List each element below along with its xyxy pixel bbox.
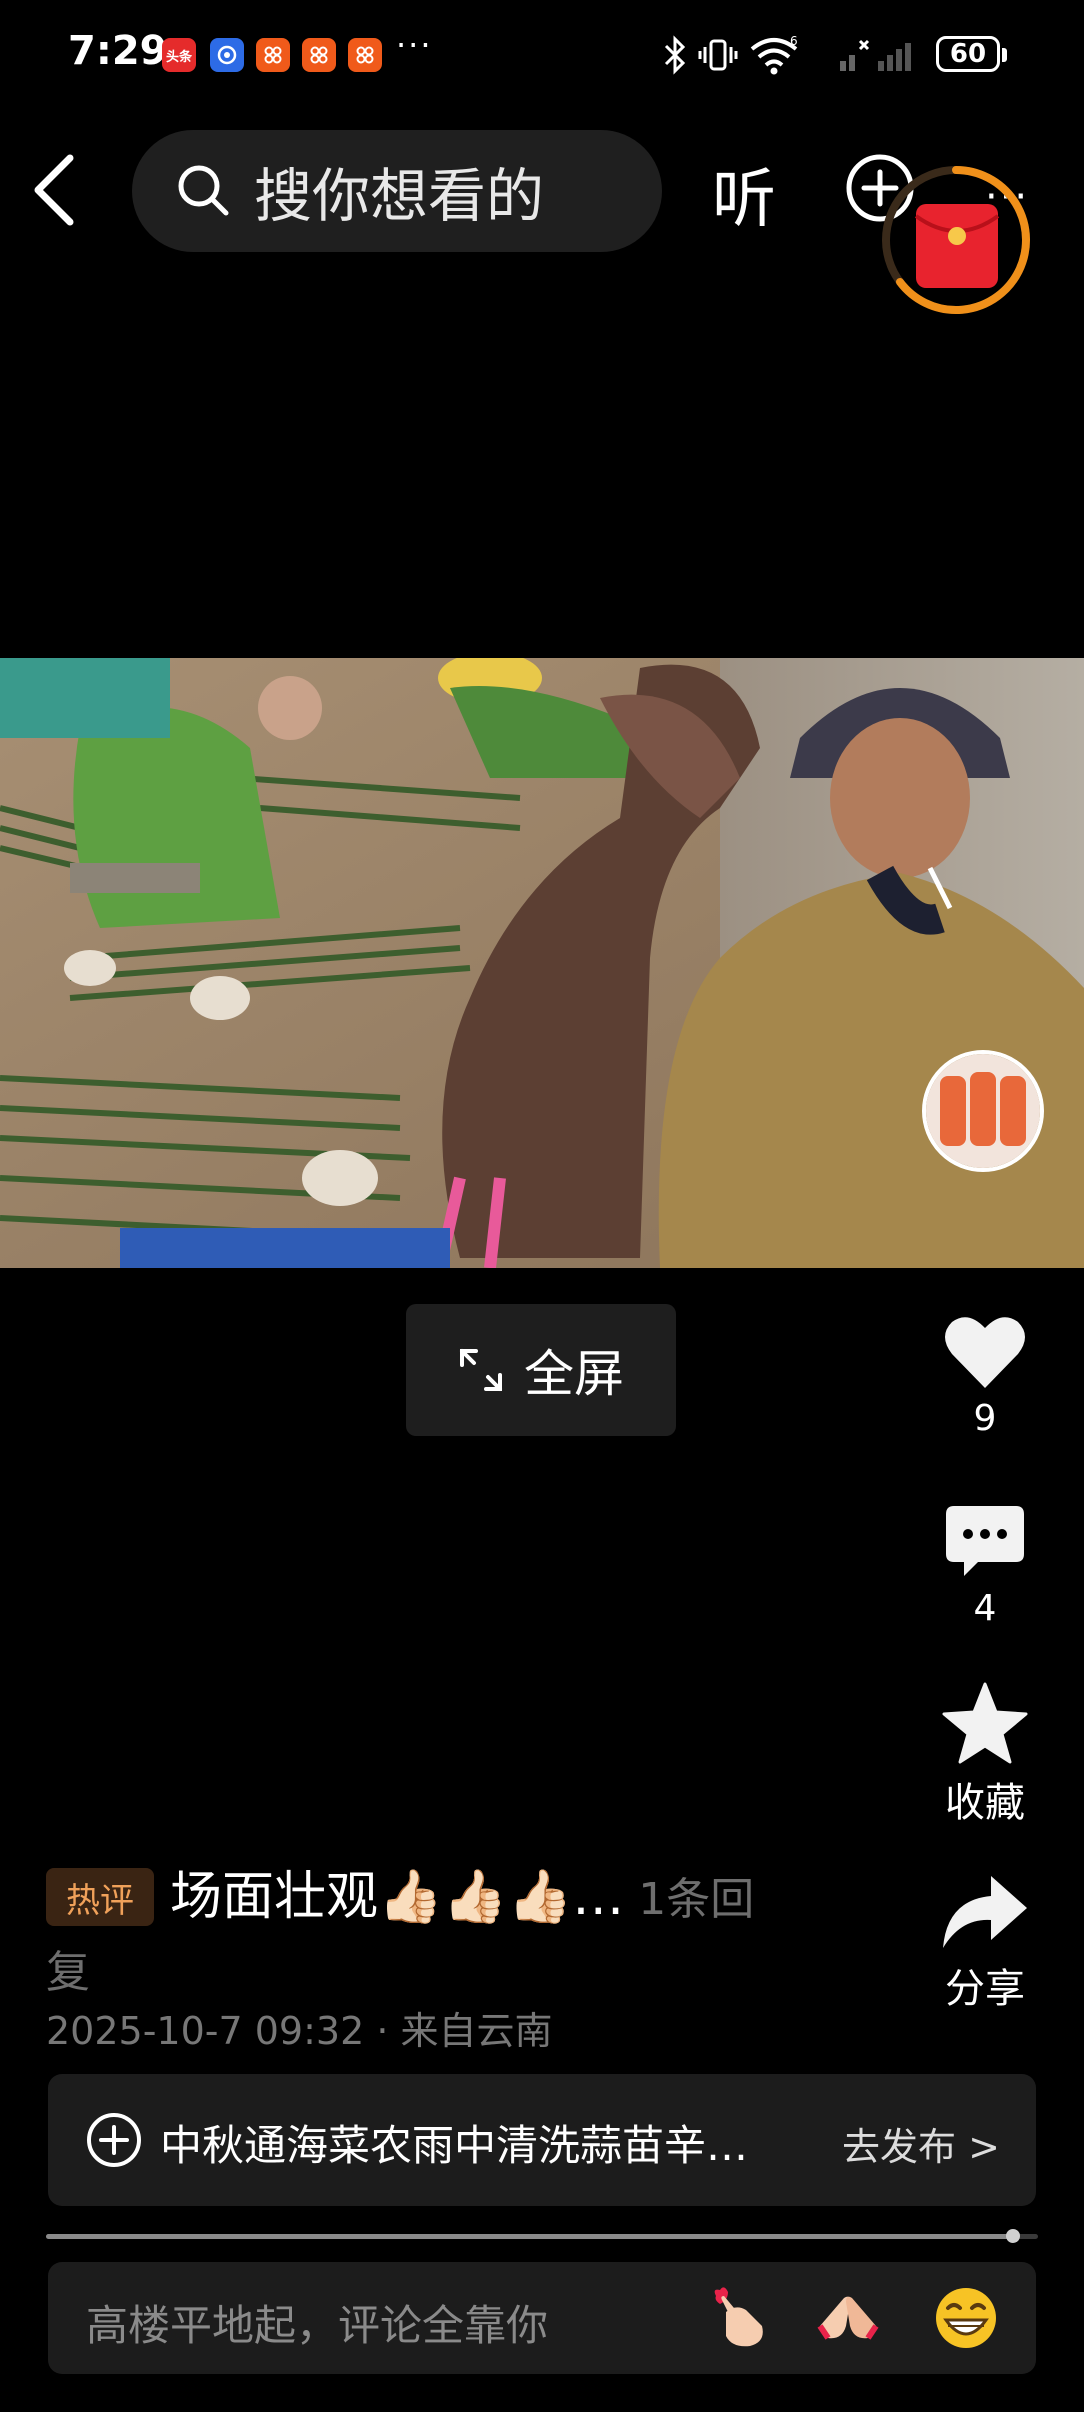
- hot-comment[interactable]: 场面壮观👍🏻👍🏻👍🏻… 1条回: [170, 1854, 830, 1929]
- signal-icon: [838, 30, 924, 80]
- share-button[interactable]: 分享: [920, 1874, 1050, 2014]
- toutiao-app-label: 头条: [165, 49, 192, 65]
- fullscreen-label: 全屏: [524, 1345, 624, 1403]
- comment-button[interactable]: 4: [920, 1504, 1050, 1629]
- bluetooth-icon: [662, 30, 688, 80]
- product-badge[interactable]: [922, 1050, 1044, 1172]
- video-frame-image: [0, 658, 1084, 1268]
- redpacket-icon: [882, 166, 1030, 314]
- comment-input-placeholder: 高楼平地起，评论全靠你: [86, 2301, 549, 2350]
- hot-comment-text: 场面壮观👍🏻👍🏻👍🏻…: [170, 1867, 625, 1927]
- battery-tip: [1002, 48, 1007, 62]
- heart-icon: [945, 1317, 1025, 1388]
- battery-indicator: 60: [936, 36, 1000, 72]
- status-more-notifications: ···: [396, 26, 433, 64]
- emoji-finger-heart-button[interactable]: [706, 2286, 770, 2350]
- fullscreen-icon: [460, 1349, 502, 1391]
- vibrate-icon: [698, 30, 738, 80]
- status-time: 7:29: [68, 28, 168, 74]
- go-publish-link[interactable]: 去发布 >: [842, 2116, 1000, 2171]
- video-player[interactable]: [0, 658, 1084, 1268]
- redpacket-button[interactable]: [880, 164, 1032, 316]
- share-label: 分享: [945, 1966, 1025, 2012]
- emoji-hands-icon: [817, 2296, 879, 2340]
- comment-input[interactable]: 高楼平地起，评论全靠你: [48, 2262, 1036, 2374]
- notification-app-icon: [210, 38, 244, 72]
- emoji-hands-button[interactable]: [816, 2286, 880, 2350]
- emoji-grin-icon: [936, 2288, 996, 2348]
- listen-button[interactable]: 听: [712, 148, 776, 240]
- comment-meta: 2025-10-7 09:32 · 来自云南: [46, 2009, 553, 2053]
- back-icon: [34, 154, 74, 226]
- search-input[interactable]: 搜你想看的: [132, 130, 662, 252]
- publish-topic-text: 中秋通海菜农雨中清洗蒜苗辛…: [160, 2121, 749, 2170]
- emoji-grin-button[interactable]: [934, 2286, 998, 2350]
- add-circle-icon: [87, 2113, 141, 2167]
- product-thumbnail: [926, 1054, 1040, 1168]
- like-count: 9: [973, 1398, 997, 1439]
- publish-add-button[interactable]: [86, 2112, 142, 2168]
- toutiao-app-icon: 头条: [162, 38, 196, 72]
- comment-icon: [946, 1506, 1024, 1576]
- emoji-finger-heart-icon: [714, 2287, 763, 2347]
- favorite-label: 收藏: [945, 1780, 1025, 1826]
- reply-count-link-cont[interactable]: 复: [46, 1936, 90, 2000]
- back-button[interactable]: [24, 150, 94, 230]
- like-button[interactable]: 9: [920, 1314, 1050, 1439]
- svg-text:6: 6: [790, 34, 798, 48]
- video-progress-fill: [46, 2234, 1014, 2239]
- comment-count: 4: [973, 1588, 997, 1629]
- orange-app-icon-3: [348, 38, 382, 72]
- reply-count-link[interactable]: 1条回: [624, 1874, 754, 1925]
- wifi-icon: 6: [746, 30, 802, 80]
- orange-app-icon-1: [256, 38, 290, 72]
- video-progress-handle[interactable]: [1006, 2229, 1021, 2243]
- video-progress-bar[interactable]: [46, 2229, 1038, 2243]
- share-icon: [943, 1876, 1027, 1948]
- fullscreen-button[interactable]: 全屏: [406, 1304, 676, 1436]
- hot-comment-tag: 热评: [46, 1868, 154, 1926]
- favorite-button[interactable]: 收藏: [920, 1682, 1050, 1828]
- search-placeholder: 搜你想看的: [254, 162, 545, 230]
- star-icon: [942, 1682, 1028, 1764]
- search-icon: [178, 165, 229, 216]
- orange-app-icon-2: [302, 38, 336, 72]
